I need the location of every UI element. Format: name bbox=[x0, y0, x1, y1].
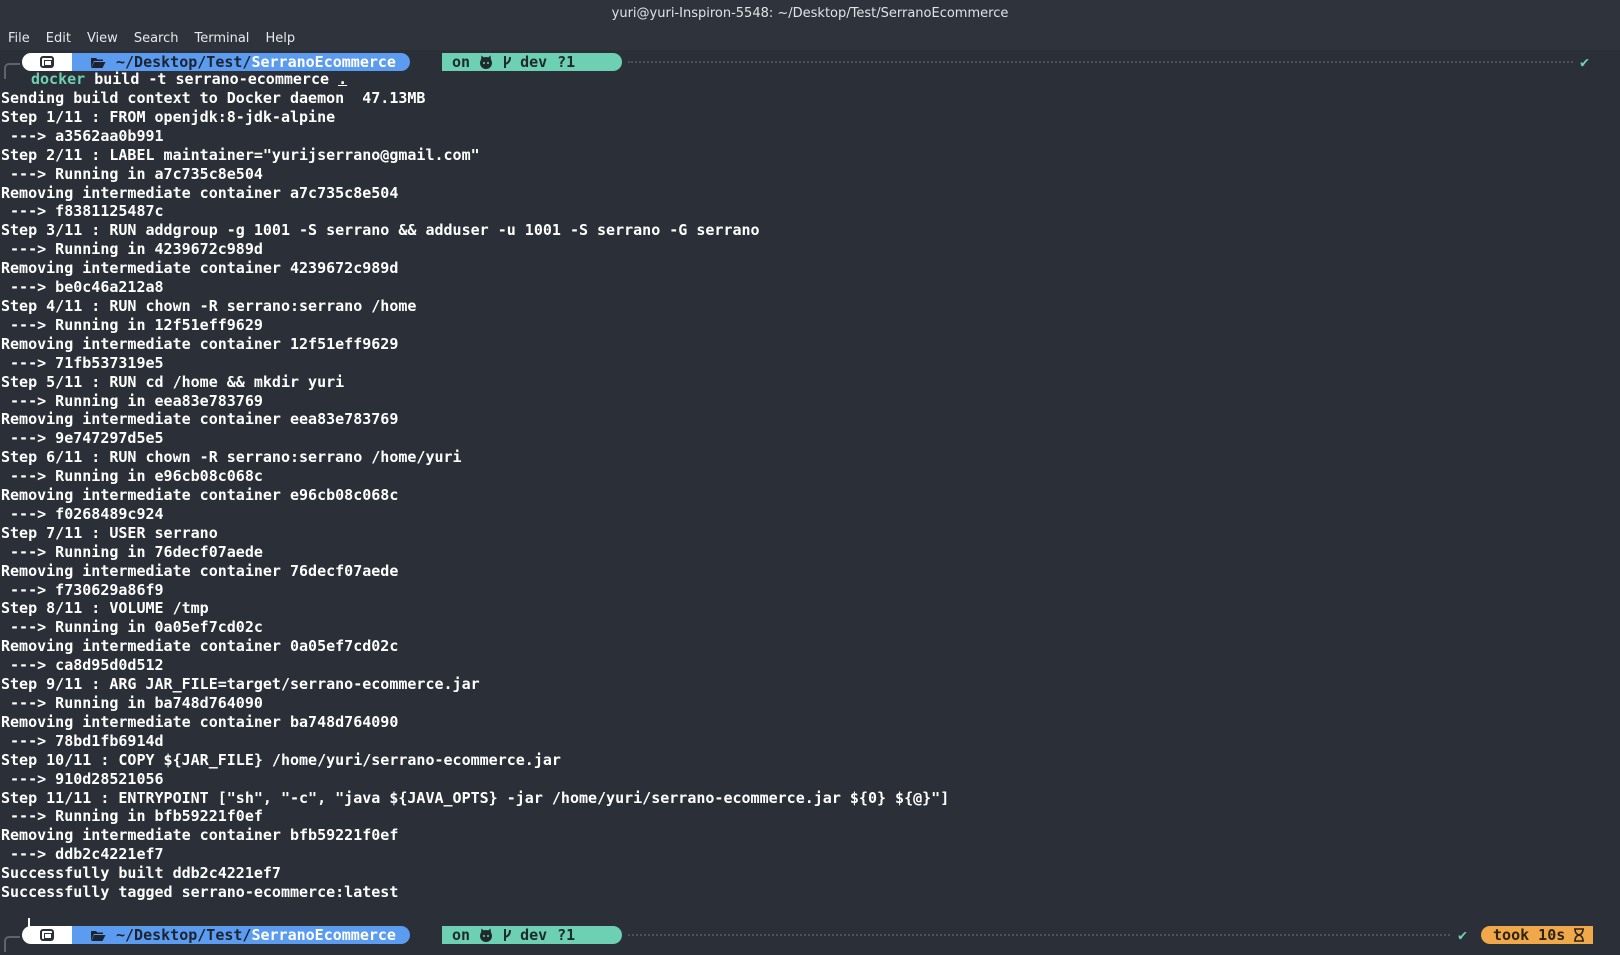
output-line: ---> Running in 12f51eff9629 bbox=[1, 315, 263, 334]
prompt-frame bbox=[4, 63, 20, 79]
output-line: ---> 9e747297d5e5 bbox=[1, 429, 164, 448]
output-line: Step 4/11 : RUN chown -R serrano:serrano… bbox=[1, 296, 417, 315]
terminal-area[interactable]: ~/Desktop/Test/SerranoEcommerce on dev ?… bbox=[0, 50, 1620, 955]
output-line: ---> f8381125487c bbox=[1, 202, 164, 221]
terminal-os-icon bbox=[40, 56, 54, 68]
prompt-os-segment bbox=[22, 53, 72, 71]
output-line: Step 2/11 : LABEL maintainer="yurijserra… bbox=[1, 145, 480, 164]
output-line: Successfully built ddb2c4221ef7 bbox=[1, 864, 281, 883]
output-line: ---> f0268489c924 bbox=[1, 504, 164, 523]
output-line: Successfully tagged serrano-ecommerce:la… bbox=[1, 883, 399, 902]
hourglass-icon bbox=[1574, 928, 1585, 942]
command-output: Sending build context to Docker daemon 4… bbox=[1, 89, 949, 902]
command-context: . bbox=[338, 70, 348, 88]
dir-name: SerranoEcommerce bbox=[251, 926, 396, 944]
output-line: ---> f730629a86f9 bbox=[1, 580, 164, 599]
output-line: Step 9/11 : ARG JAR_FILE=target/serrano-… bbox=[1, 675, 480, 694]
took-time-badge: took 10s bbox=[1481, 926, 1594, 944]
output-line: ---> Running in e96cb08c068c bbox=[1, 467, 263, 486]
output-line: Sending build context to Docker daemon 4… bbox=[1, 89, 426, 107]
dir-prefix: ~/Desktop/Test/ bbox=[116, 53, 252, 71]
git-on-label: on bbox=[452, 926, 471, 944]
status-ok-icon: ✔ bbox=[1458, 926, 1468, 944]
output-line: ---> ddb2c4221ef7 bbox=[1, 845, 164, 864]
prompt-status-right: ✔ bbox=[1580, 53, 1589, 71]
command-line: docker build -t serrano-ecommerce . bbox=[31, 70, 347, 88]
window-title: yuri@yuri-Inspiron-5548: ~/Desktop/Test/… bbox=[611, 5, 1009, 21]
prompt-directory-segment: ~/Desktop/Test/SerranoEcommerce bbox=[72, 53, 410, 71]
github-icon bbox=[480, 928, 493, 942]
output-line: ---> Running in a7c735c8e504 bbox=[1, 164, 263, 183]
text-cursor bbox=[28, 918, 30, 935]
menu-terminal[interactable]: Terminal bbox=[186, 31, 257, 46]
output-line: Removing intermediate container 0a05ef7c… bbox=[1, 637, 399, 656]
output-line: ---> 910d28521056 bbox=[1, 769, 164, 788]
menu-file[interactable]: File bbox=[0, 31, 38, 46]
output-line: ---> Running in bfb59221f0ef bbox=[1, 807, 263, 826]
output-line: ---> Running in ba748d764090 bbox=[1, 694, 263, 712]
prompt-bottom: ~/Desktop/Test/SerranoEcommerce on dev ?… bbox=[0, 924, 1620, 952]
git-branch-icon bbox=[504, 56, 512, 68]
terminal-os-icon bbox=[40, 929, 54, 941]
output-line: Step 6/11 : RUN chown -R serrano:serrano… bbox=[1, 448, 462, 467]
output-line: ---> Running in eea83e783769 bbox=[1, 391, 263, 410]
prompt-filler-dots bbox=[628, 934, 1450, 936]
prompt-git-segment: on dev ?1 bbox=[442, 53, 622, 71]
git-status: ?1 bbox=[557, 53, 576, 71]
output-line: Removing intermediate container 76decf07… bbox=[1, 561, 399, 580]
status-ok-icon: ✔ bbox=[1580, 53, 1590, 71]
dir-prefix: ~/Desktop/Test/ bbox=[116, 926, 252, 944]
output-line: ---> 78bd1fb6914d bbox=[1, 731, 164, 750]
output-line: ---> ca8d95d0d512 bbox=[1, 656, 164, 675]
git-branch-name: dev bbox=[520, 926, 548, 944]
took-time-label: took 10s bbox=[1493, 926, 1566, 944]
command-args: build -t serrano-ecommerce bbox=[85, 70, 339, 88]
github-icon bbox=[480, 55, 493, 69]
dir-name: SerranoEcommerce bbox=[251, 53, 396, 71]
output-line: ---> 71fb537319e5 bbox=[1, 353, 164, 372]
output-line: ---> a3562aa0b991 bbox=[1, 126, 164, 145]
output-line: Removing intermediate container eea83e78… bbox=[1, 410, 399, 429]
prompt-frame bbox=[4, 936, 20, 952]
output-line: Removing intermediate container ba748d76… bbox=[1, 712, 399, 731]
output-line: Removing intermediate container bfb59221… bbox=[1, 826, 399, 845]
prompt-status-right: ✔ took 10s bbox=[1458, 926, 1594, 944]
git-status: ?1 bbox=[557, 926, 576, 944]
output-line: Removing intermediate container e96cb08c… bbox=[1, 486, 399, 505]
output-line: Step 11/11 : ENTRYPOINT ["sh", "-c", "ja… bbox=[1, 788, 950, 807]
menu-edit[interactable]: Edit bbox=[38, 31, 79, 46]
git-branch-icon bbox=[504, 929, 512, 941]
menu-search[interactable]: Search bbox=[126, 31, 187, 46]
open-folder-icon bbox=[91, 930, 106, 941]
menu-help[interactable]: Help bbox=[257, 31, 303, 46]
prompt-git-segment: on dev ?1 bbox=[442, 926, 622, 944]
git-branch-name: dev bbox=[520, 53, 548, 71]
output-line: ---> be0c46a212a8 bbox=[1, 278, 164, 297]
output-line: ---> Running in 76decf07aede bbox=[1, 542, 263, 561]
output-line: Step 7/11 : USER serrano bbox=[1, 523, 218, 542]
command-program: docker bbox=[31, 70, 86, 88]
output-line: ---> Running in 4239672c989d bbox=[1, 240, 263, 259]
prompt-directory-segment: ~/Desktop/Test/SerranoEcommerce bbox=[72, 926, 410, 944]
output-line: Step 1/11 : FROM openjdk:8-jdk-alpine bbox=[1, 107, 336, 126]
git-on-label: on bbox=[452, 53, 471, 71]
menu-bar: File Edit View Search Terminal Help bbox=[0, 26, 1620, 50]
output-line: Removing intermediate container a7c735c8… bbox=[1, 183, 399, 202]
output-line: Step 8/11 : VOLUME /tmp bbox=[1, 599, 209, 618]
output-line: Step 5/11 : RUN cd /home && mkdir yuri bbox=[1, 372, 345, 391]
open-folder-icon bbox=[91, 57, 106, 68]
menu-view[interactable]: View bbox=[79, 31, 126, 46]
output-line: Step 3/11 : RUN addgroup -g 1001 -S serr… bbox=[1, 221, 760, 240]
output-line: Removing intermediate container 12f51eff… bbox=[1, 334, 399, 353]
prompt-filler-dots bbox=[628, 61, 1573, 63]
window-titlebar[interactable]: yuri@yuri-Inspiron-5548: ~/Desktop/Test/… bbox=[0, 0, 1620, 26]
output-line: Removing intermediate container 4239672c… bbox=[1, 259, 399, 278]
output-line: ---> Running in 0a05ef7cd02c bbox=[1, 618, 263, 637]
output-line: Step 10/11 : COPY ${JAR_FILE} /home/yuri… bbox=[1, 750, 561, 769]
